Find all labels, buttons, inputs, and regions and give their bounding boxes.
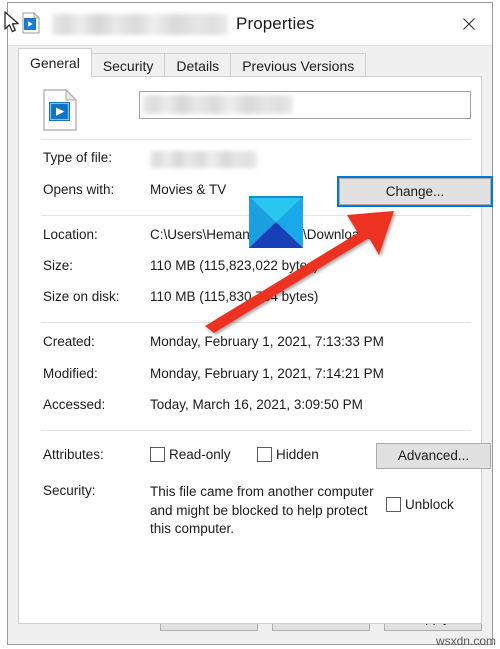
tab-previous-versions-label: Previous Versions <box>242 58 355 74</box>
label-modified: Modified: <box>43 366 98 381</box>
row-security: Security: This file came from another co… <box>19 483 481 543</box>
mouse-cursor <box>3 11 23 35</box>
divider-3 <box>41 322 471 323</box>
row-accessed: Accessed: Today, March 16, 2021, 3:09:50… <box>19 397 481 419</box>
checkbox-hidden-box <box>257 447 272 462</box>
label-size: Size: <box>43 258 74 273</box>
checkbox-unblock-box <box>386 497 401 512</box>
divider-4 <box>41 430 471 431</box>
file-header-row <box>19 85 481 137</box>
label-accessed: Accessed: <box>43 397 106 412</box>
title-filename-redacted <box>52 13 228 35</box>
checkbox-read-only[interactable]: Read-only <box>150 447 231 462</box>
checkbox-read-only-box <box>150 447 165 462</box>
value-accessed: Today, March 16, 2021, 3:09:50 PM <box>150 397 363 412</box>
general-tab-page: Type of file: Opens with: Movies & TV Ch… <box>18 76 493 624</box>
tab-security-label: Security <box>102 58 154 74</box>
checkbox-unblock-label: Unblock <box>405 497 454 512</box>
video-file-icon <box>20 12 42 34</box>
label-type-of-file: Type of file: <box>43 150 113 165</box>
filename-redacted-value <box>143 95 293 114</box>
checkbox-unblock[interactable]: Unblock <box>386 497 454 512</box>
tab-previous-versions[interactable]: Previous Versions <box>230 53 367 77</box>
divider-1 <box>41 139 471 140</box>
checkbox-hidden-label: Hidden <box>276 447 319 462</box>
cursor-arrow-icon <box>4 11 19 33</box>
change-button[interactable]: Change... <box>337 176 493 207</box>
label-opens-with: Opens with: <box>43 182 115 197</box>
properties-dialog: Properties General Security Details Prev… <box>7 2 493 645</box>
row-created: Created: Monday, February 1, 2021, 7:13:… <box>19 334 481 356</box>
value-opens-with: Movies & TV <box>150 182 227 197</box>
value-size-on-disk: 110 MB (115,830,784 bytes) <box>150 289 319 304</box>
blue-x-badge <box>249 196 303 248</box>
label-security: Security: <box>43 483 96 498</box>
label-attributes: Attributes: <box>43 447 104 462</box>
tab-general[interactable]: General <box>18 48 92 77</box>
value-size: 110 MB (115,823,022 bytes) <box>150 258 319 273</box>
tab-details-label: Details <box>176 58 220 74</box>
row-size-on-disk: Size on disk: 110 MB (115,830,784 bytes) <box>19 289 481 311</box>
video-file-large-icon <box>43 88 78 131</box>
close-icon <box>463 17 475 30</box>
screenshot-root: Properties General Security Details Prev… <box>0 0 500 649</box>
row-size: Size: 110 MB (115,823,022 bytes) <box>19 258 481 280</box>
advanced-button[interactable]: Advanced... <box>376 443 491 469</box>
site-watermark: wsxdn.com <box>435 634 496 648</box>
tab-details[interactable]: Details <box>164 53 232 77</box>
tab-general-label: General <box>30 55 80 71</box>
title-bar: Properties <box>8 3 492 46</box>
window-title: Properties <box>52 3 436 45</box>
filename-input[interactable] <box>139 91 471 119</box>
value-modified: Monday, February 1, 2021, 7:14:21 PM <box>150 366 384 381</box>
row-attributes: Attributes: Read-only Hidden Advanced... <box>19 443 491 469</box>
checkbox-read-only-label: Read-only <box>169 447 231 462</box>
value-created: Monday, February 1, 2021, 7:13:33 PM <box>150 334 384 349</box>
security-description: This file came from another computer and… <box>150 484 374 536</box>
title-properties-label: Properties <box>236 14 315 33</box>
row-type-of-file: Type of file: <box>19 150 481 172</box>
row-modified: Modified: Monday, February 1, 2021, 7:14… <box>19 366 481 388</box>
change-button-label: Change... <box>385 183 445 199</box>
label-created: Created: <box>43 334 95 349</box>
close-button[interactable] <box>446 3 492 44</box>
label-size-on-disk: Size on disk: <box>43 289 120 304</box>
tab-security[interactable]: Security <box>90 53 166 77</box>
label-location: Location: <box>43 227 98 242</box>
advanced-button-label: Advanced... <box>397 448 470 464</box>
checkbox-hidden[interactable]: Hidden <box>257 447 319 462</box>
value-type-of-file-redacted <box>150 151 257 168</box>
tab-strip: General Security Details Previous Versio… <box>8 46 492 77</box>
